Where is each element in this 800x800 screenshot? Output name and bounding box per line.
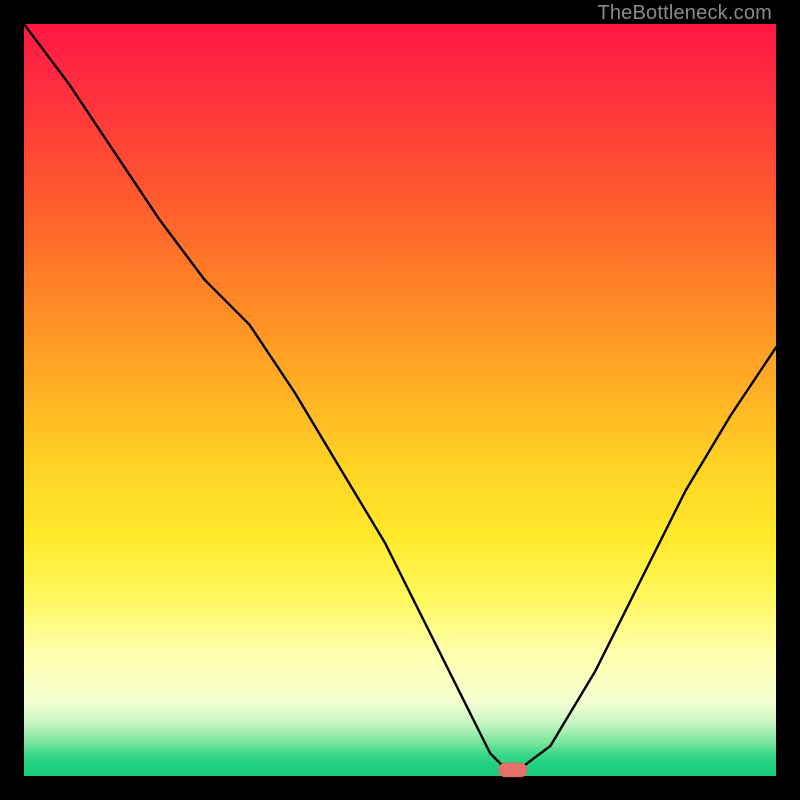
chart-frame: TheBottleneck.com — [0, 0, 800, 800]
chart-svg — [24, 24, 776, 776]
optimum-marker-icon — [499, 763, 527, 777]
bottleneck-curve — [24, 24, 776, 769]
watermark-text: TheBottleneck.com — [597, 2, 772, 25]
plot-area — [24, 24, 776, 776]
